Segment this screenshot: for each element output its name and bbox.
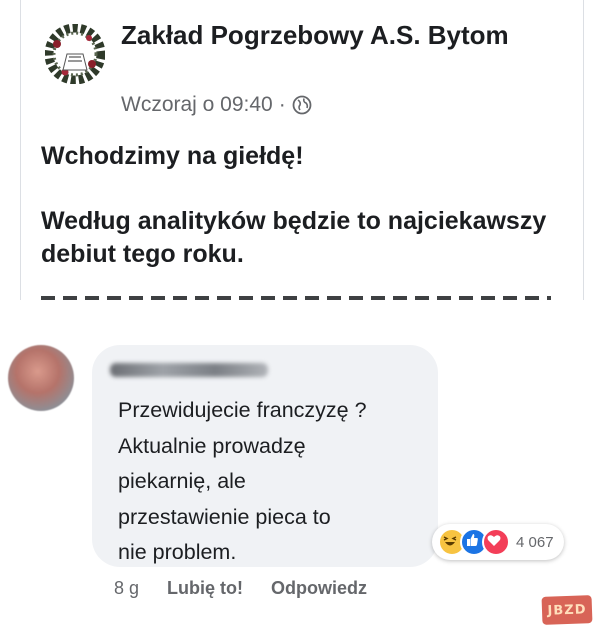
site-watermark-logo: JBZD: [541, 595, 593, 625]
wreath-icon: [44, 23, 106, 85]
post-paragraph: Według analityków będzie to najciekawszy…: [41, 207, 547, 268]
page-avatar[interactable]: [44, 23, 106, 85]
like-button[interactable]: Lubię to!: [167, 578, 243, 599]
comment-line: Przewidujecie franczyzę ?: [118, 398, 367, 422]
comment-bubble: Przewidujecie franczyzę ? Aktualnie prow…: [92, 345, 438, 567]
love-icon: [482, 528, 510, 556]
comment-line: nie problem.: [118, 540, 237, 564]
comment-text: Przewidujecie franczyzę ? Aktualnie prow…: [118, 393, 428, 571]
comment-line: piekarnię, ale: [118, 469, 246, 493]
reaction-count: 4 067: [516, 533, 554, 551]
comment-line: Aktualnie prowadzę: [118, 433, 306, 458]
meta-separator: ·: [278, 93, 286, 116]
comment-time[interactable]: 8 g: [114, 578, 139, 599]
commenter-name-redacted: [110, 363, 268, 377]
globe-icon: [292, 95, 312, 115]
post-meta: Wczoraj o 09:40 ·: [121, 93, 312, 117]
page-name[interactable]: Zakład Pogrzebowy A.S. Bytom: [121, 18, 561, 52]
comment-actions: 8 g Lubię to! Odpowiedz: [114, 578, 367, 599]
cropped-text-line: [41, 296, 551, 300]
post-card: Zakład Pogrzebowy A.S. Bytom Wczoraj o 0…: [20, 0, 584, 300]
post-timestamp[interactable]: Wczoraj o 09:40: [121, 93, 273, 117]
reaction-summary[interactable]: 4 067: [432, 524, 564, 560]
post-paragraph: Wchodzimy na giełdę!: [41, 142, 304, 170]
commenter-avatar[interactable]: [8, 345, 74, 411]
reply-button[interactable]: Odpowiedz: [271, 578, 367, 599]
post-body: Wchodzimy na giełdę! Według analityków b…: [41, 140, 571, 271]
comment-line: przestawienie pieca to: [118, 504, 331, 529]
